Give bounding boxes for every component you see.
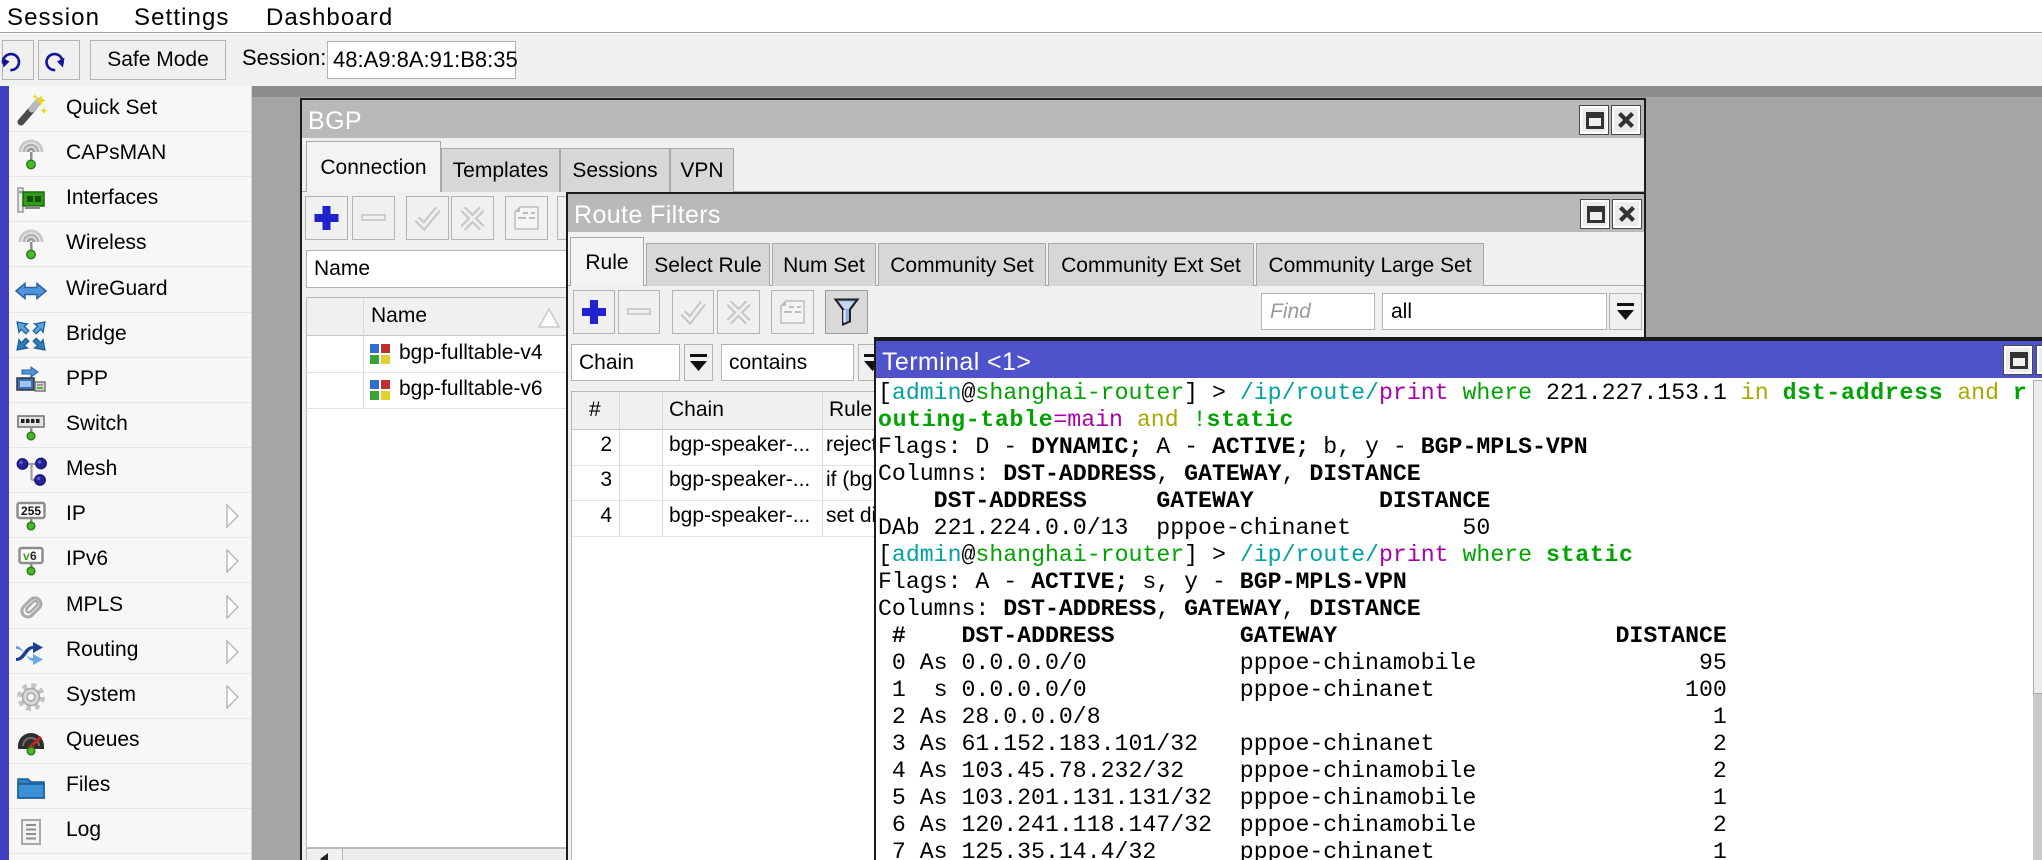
svg-text:6: 6 <box>30 549 37 563</box>
svg-text:v: v <box>23 549 30 563</box>
svg-text:255: 255 <box>21 504 41 518</box>
